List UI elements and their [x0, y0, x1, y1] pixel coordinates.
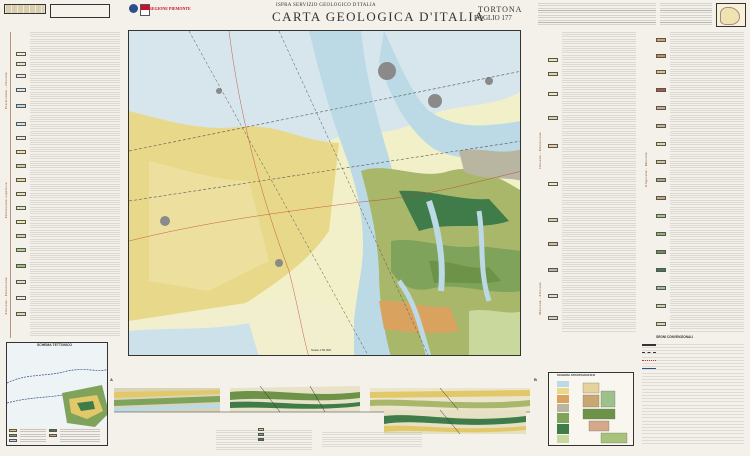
- legend-swatch: [16, 220, 26, 224]
- legend-swatch: [548, 72, 558, 76]
- urban-area: [160, 216, 170, 226]
- legend-swatch: [656, 124, 666, 128]
- left-section-label-2: Pleistocene superiore: [4, 182, 8, 219]
- main-map: Scala 1:50.000: [128, 30, 521, 356]
- legend-text-block: [30, 32, 120, 338]
- symbols-legend: SEGNI CONVENZIONALI: [640, 335, 746, 446]
- pliocene-lightgreen: [469, 310, 520, 355]
- legend-swatch: [656, 232, 666, 236]
- region-logo-text: REGIONE PIEMONTE: [149, 6, 191, 11]
- legend-swatch: [16, 234, 26, 238]
- legend-swatch: [16, 52, 26, 56]
- legend-swatch: [16, 312, 26, 316]
- main-title: CARTA GEOLOGICA D'ITALIA: [272, 9, 486, 24]
- legend-swatch: [656, 304, 666, 308]
- stratigraphic-scheme: SCHEMA STRATIGRAFICO: [548, 372, 634, 446]
- legend-swatch: [16, 74, 26, 78]
- legend-swatch: [548, 116, 558, 120]
- legend-swatch: [16, 248, 26, 252]
- bottom-legend-b: [258, 428, 298, 448]
- bottom-legend-c: [322, 432, 422, 448]
- credits-box: [50, 4, 110, 18]
- legend-swatch: [656, 196, 666, 200]
- legend-swatch: [656, 322, 666, 326]
- tectonic-inset: SCHEMA TETTONICO: [6, 342, 108, 446]
- legend-swatch: [656, 178, 666, 182]
- legend-swatch: [548, 144, 558, 148]
- symbols-title: SEGNI CONVENZIONALI: [656, 335, 694, 339]
- map-scale: Scala 1:50.000: [311, 348, 332, 352]
- urban-area: [378, 62, 396, 80]
- legend-swatch: [16, 192, 26, 196]
- legend-swatch: [16, 280, 26, 284]
- legend-swatch: [656, 106, 666, 110]
- right-section-label-1: Olocene - Pleistocene: [538, 132, 542, 169]
- legend-swatch: [16, 104, 26, 108]
- legend-swatch: [656, 54, 666, 58]
- ispra-logo: [129, 4, 138, 13]
- legend-swatch: [16, 122, 26, 126]
- legend-swatch: [548, 294, 558, 298]
- left-section-label-3: Pliocene - Pleistocene: [4, 277, 8, 315]
- legend-swatch: [656, 286, 666, 290]
- right-section-label-2: Miocene - Pliocene: [538, 282, 542, 315]
- legend-swatch: [656, 142, 666, 146]
- legend-swatch: [656, 214, 666, 218]
- legend-swatch: [656, 70, 666, 74]
- notes-block: [538, 3, 656, 27]
- right-legend-2: Oligocene - Miocene: [642, 32, 746, 332]
- legend-swatch: [656, 250, 666, 254]
- legend-swatch: [548, 218, 558, 222]
- legend-swatch: [16, 178, 26, 182]
- legend-swatch: [548, 58, 558, 62]
- legend-swatch: [16, 88, 26, 92]
- agency-line: ISPRA SERVIZIO GEOLOGICO D'ITALIA: [276, 3, 376, 8]
- legend-swatch: [656, 160, 666, 164]
- urban-area: [275, 259, 283, 267]
- legend-swatch: [16, 296, 26, 300]
- legend-swatch: [16, 264, 26, 268]
- legend-swatch: [16, 164, 26, 168]
- legend-swatch: [548, 182, 558, 186]
- legend-swatch: [656, 88, 666, 92]
- inset-legend: [9, 429, 107, 445]
- right-legend-1: Olocene - Pleistocene Miocene - Pliocene: [530, 32, 640, 332]
- sheet-number: FOGLIO 177: [474, 14, 512, 22]
- legend-swatch: [16, 62, 26, 66]
- left-legend: Pleistocene - Olocene Pleistocene superi…: [4, 32, 122, 338]
- legend-swatch: [548, 268, 558, 272]
- legend-swatch: [548, 316, 558, 320]
- left-section-label-1: Pleistocene - Olocene: [4, 72, 8, 109]
- legend-swatch: [548, 92, 558, 96]
- legend-swatch: [16, 136, 26, 140]
- urban-area: [485, 77, 493, 85]
- legend-swatch: [16, 206, 26, 210]
- legend-swatch: [656, 38, 666, 42]
- sheet-name: TORTONA: [478, 5, 523, 14]
- legend-swatch: [656, 268, 666, 272]
- references-block: [660, 3, 712, 27]
- right-section-label-3: Oligocene - Miocene: [644, 152, 648, 188]
- location-map-region: [720, 7, 740, 25]
- legend-swatch: [548, 242, 558, 246]
- legend-swatch: [16, 150, 26, 154]
- urban-area: [428, 94, 442, 108]
- index-map-grid: [6, 5, 44, 13]
